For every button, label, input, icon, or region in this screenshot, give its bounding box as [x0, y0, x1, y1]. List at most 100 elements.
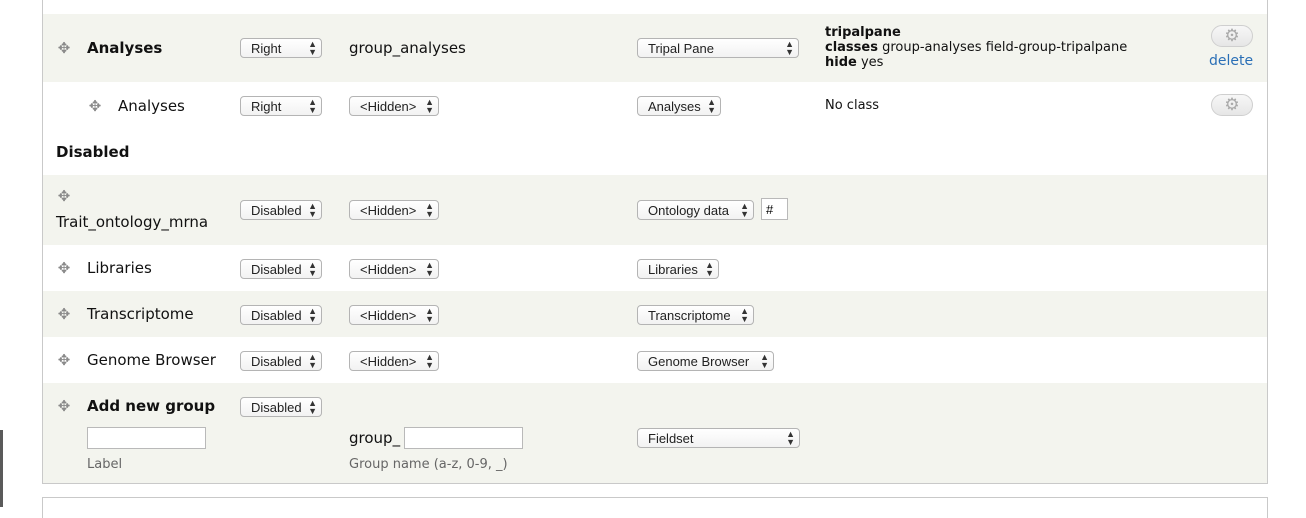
format-select-value: Libraries [648, 262, 698, 277]
table-row-libraries: ✥ Libraries Disabled ▲ ▼ <Hidden> ▲ ▼ Libr… [43, 245, 1267, 291]
region-select-value: Disabled [251, 354, 302, 369]
updown-arrow-icon: ▲ ▼ [740, 201, 749, 219]
updown-arrow-icon: ▲ ▼ [785, 39, 794, 57]
region-select[interactable]: Disabled ▲ ▼ [240, 351, 322, 371]
format-select[interactable]: Transcriptome ▲ ▼ [637, 305, 754, 325]
parent-select[interactable]: <Hidden> ▲ ▼ [349, 305, 439, 325]
updown-arrow-icon: ▲ ▼ [425, 352, 434, 370]
window-edge [0, 430, 3, 507]
format-select-value: Analyses [648, 99, 701, 114]
field-label: Libraries [87, 259, 152, 277]
format-select[interactable]: Fieldset ▲ ▼ [637, 428, 800, 448]
updown-arrow-icon: ▲ ▼ [308, 260, 317, 278]
field-label: Transcriptome [87, 305, 194, 323]
parent-select-value: <Hidden> [360, 203, 417, 218]
format-select[interactable]: Ontology data ▲ ▼ [637, 200, 754, 220]
region-select-value: Disabled [251, 308, 302, 323]
drag-handle-icon[interactable]: ✥ [57, 353, 71, 368]
updown-arrow-icon: ▲ ▼ [786, 429, 795, 447]
updown-arrow-icon: ▲ ▼ [760, 352, 769, 370]
format-select[interactable]: Genome Browser ▲ ▼ [637, 351, 774, 371]
updown-arrow-icon: ▲ ▼ [308, 39, 317, 57]
drag-handle-icon[interactable]: ✥ [57, 307, 71, 322]
updown-arrow-icon: ▲ ▼ [308, 97, 317, 115]
region-select[interactable]: Disabled ▲ ▼ [240, 200, 322, 220]
label-description: Label [87, 457, 123, 472]
group-name-input[interactable] [404, 427, 523, 449]
format-select-value: Genome Browser [648, 354, 750, 369]
gear-icon: ⚙ [1224, 26, 1240, 46]
region-heading-disabled: Disabled [56, 143, 130, 161]
format-summary: No class [825, 98, 880, 113]
table-row-add-new-group: ✥ Add new group Disabled ▲ ▼ Label group_… [43, 383, 1267, 483]
field-display-table: ✥ Analyses Right ▲ ▼ group_analyses Tripa… [42, 0, 1268, 484]
format-select[interactable]: Tripal Pane ▲ ▼ [637, 38, 799, 58]
delete-link[interactable]: delete [1209, 53, 1253, 69]
updown-arrow-icon: ▲ ▼ [425, 97, 434, 115]
region-heading-row: Disabled [43, 128, 1267, 174]
region-select-value: Right [251, 41, 282, 56]
summary-hide-label: hide [825, 55, 857, 70]
table-row-trait-ontology: ✥ Trait_ontology_mrna Disabled ▲ ▼ <Hidde… [43, 175, 1267, 245]
group-machine-name: group_analyses [349, 39, 466, 57]
settings-button[interactable]: ⚙ [1211, 94, 1253, 116]
extra-text-field[interactable] [761, 198, 788, 220]
summary-type: tripalpane [825, 25, 901, 40]
region-select[interactable]: Right ▲ ▼ [240, 96, 322, 116]
settings-button[interactable]: ⚙ [1211, 25, 1253, 47]
format-select[interactable]: Analyses ▲ ▼ [637, 96, 721, 116]
updown-arrow-icon: ▲ ▼ [425, 201, 434, 219]
parent-select-value: <Hidden> [360, 354, 417, 369]
region-select[interactable]: Right ▲ ▼ [240, 38, 322, 58]
parent-select-value: <Hidden> [360, 308, 417, 323]
parent-select[interactable]: <Hidden> ▲ ▼ [349, 96, 439, 116]
region-select-value: Right [251, 99, 282, 114]
updown-arrow-icon: ▲ ▼ [705, 260, 714, 278]
format-select-value: Ontology data [648, 203, 729, 218]
updown-arrow-icon: ▲ ▼ [308, 398, 317, 416]
field-label: Genome Browser [87, 351, 216, 369]
updown-arrow-icon: ▲ ▼ [308, 201, 317, 219]
table-row-analyses-field: ✥ Analyses Right ▲ ▼ <Hidden> ▲ ▼ Analyses… [43, 82, 1267, 128]
region-select[interactable]: Disabled ▲ ▼ [240, 397, 322, 417]
table-row-genome-browser: ✥ Genome Browser Disabled ▲ ▼ <Hidden> ▲ ▼… [43, 337, 1267, 383]
drag-handle-icon[interactable]: ✥ [57, 399, 71, 414]
field-label: Analyses [87, 39, 163, 57]
format-summary: tripalpane classes group-analyses field-… [825, 25, 1127, 70]
parent-select[interactable]: <Hidden> ▲ ▼ [349, 259, 439, 279]
table-row-analyses-group: ✥ Analyses Right ▲ ▼ group_analyses Tripa… [43, 14, 1267, 82]
updown-arrow-icon: ▲ ▼ [308, 352, 317, 370]
summary-classes-value: group-analyses field-group-tripalpane [882, 40, 1128, 55]
format-select-value: Tripal Pane [648, 41, 714, 56]
summary-classes-label: classes [825, 40, 878, 55]
group-name-description: Group name (a-z, 0-9, _) [349, 457, 508, 472]
parent-select-value: <Hidden> [360, 99, 417, 114]
summary-hide-value: yes [860, 55, 884, 70]
new-group-label-input[interactable] [87, 427, 206, 449]
format-select[interactable]: Libraries ▲ ▼ [637, 259, 719, 279]
region-select[interactable]: Disabled ▲ ▼ [240, 259, 322, 279]
field-label: Analyses [118, 97, 185, 115]
region-select-value: Disabled [251, 400, 302, 415]
parent-select-value: <Hidden> [360, 262, 417, 277]
parent-select[interactable]: <Hidden> ▲ ▼ [349, 351, 439, 371]
next-table-edge [42, 497, 1268, 518]
table-row-transcriptome: ✥ Transcriptome Disabled ▲ ▼ <Hidden> ▲ ▼ … [43, 291, 1267, 337]
format-select-value: Transcriptome [648, 308, 731, 323]
field-label: Trait_ontology_mrna [56, 213, 209, 231]
updown-arrow-icon: ▲ ▼ [308, 306, 317, 324]
gear-icon: ⚙ [1224, 95, 1240, 115]
drag-handle-icon[interactable]: ✥ [57, 189, 71, 204]
field-label: Add new group [87, 397, 216, 415]
updown-arrow-icon: ▲ ▼ [425, 260, 434, 278]
drag-handle-icon[interactable]: ✥ [57, 41, 71, 56]
updown-arrow-icon: ▲ ▼ [425, 306, 434, 324]
drag-handle-icon[interactable]: ✥ [57, 261, 71, 276]
group-prefix: group_ [349, 429, 401, 447]
drag-handle-icon[interactable]: ✥ [88, 99, 102, 114]
format-select-value: Fieldset [648, 431, 694, 446]
region-select-value: Disabled [251, 203, 302, 218]
region-select[interactable]: Disabled ▲ ▼ [240, 305, 322, 325]
updown-arrow-icon: ▲ ▼ [740, 306, 749, 324]
parent-select[interactable]: <Hidden> ▲ ▼ [349, 200, 439, 220]
